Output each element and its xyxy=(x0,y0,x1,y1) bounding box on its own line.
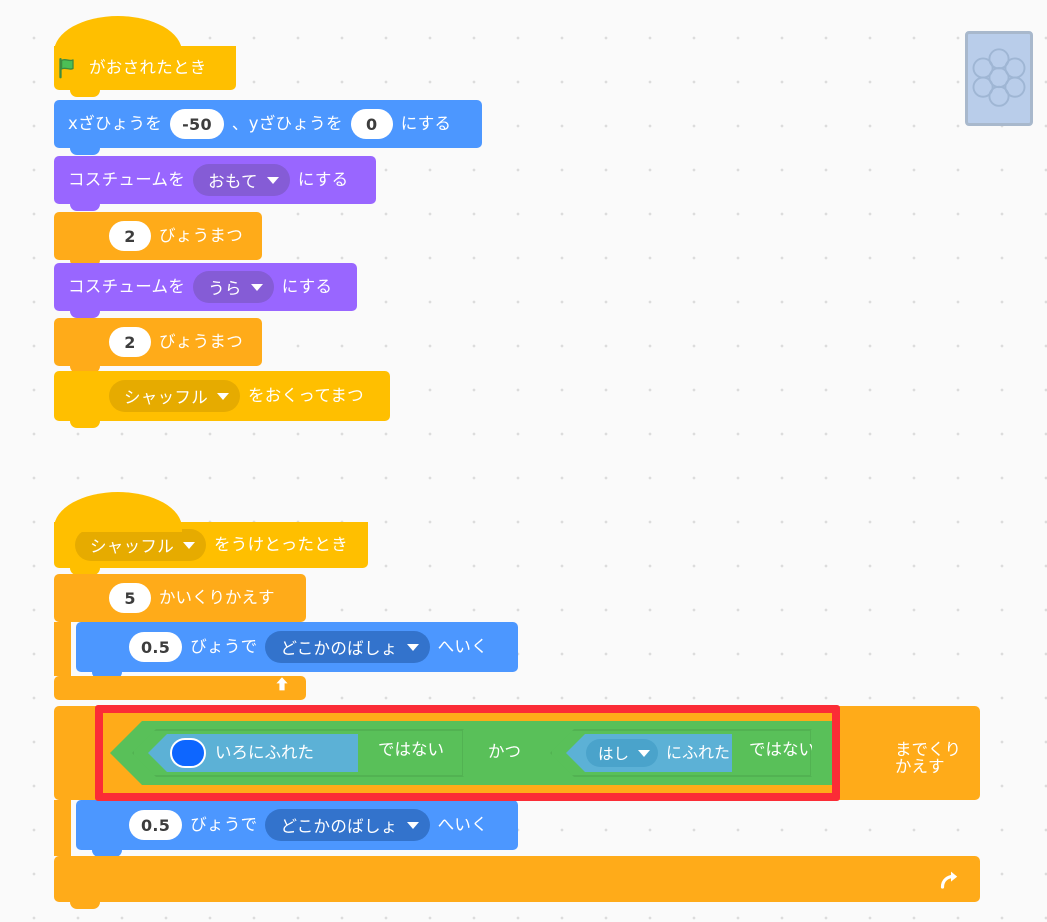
block-glide-to-random-1[interactable]: 0.5 びょうで どこかのばしょ へいく xyxy=(76,622,518,679)
block-label: がおされたとき xyxy=(89,57,207,77)
green-flag-icon xyxy=(56,56,80,80)
notch xyxy=(70,148,100,155)
repeat-until-head[interactable]: いろにふれた ではない かつ はし にふれた ではない までくりかえす xyxy=(54,706,980,800)
receive-message-dropdown[interactable]: シャッフル xyxy=(75,529,206,561)
chevron-down-icon xyxy=(638,749,651,757)
block-glide-to-random-2[interactable]: 0.5 びょうで どこかのばしょ へいく xyxy=(76,800,518,857)
glide-target-value-1: どこかのばしょ xyxy=(280,639,398,658)
glide-seconds-input-2[interactable]: 0.5 xyxy=(129,810,183,840)
not-right-cap-2 xyxy=(811,729,812,777)
notch xyxy=(70,902,100,909)
glide-suffix-label-1: へいく xyxy=(437,636,488,656)
block-workspace[interactable]: がおされたとき xざひょうを -50 、yざひょうを 0 にする コスチュームを… xyxy=(0,0,1047,922)
glide-prefix-label-1: びょうで xyxy=(190,636,258,656)
operator-not-touching-color[interactable]: いろにふれた ではない xyxy=(132,729,464,777)
chevron-down-icon xyxy=(406,643,419,651)
broadcast-message-value: シャッフル xyxy=(124,388,208,407)
costume-prefix-label-2: コスチュームを xyxy=(68,276,186,296)
repeat-until-label: までくりかえす xyxy=(895,740,961,776)
wait-label: びょうまつ xyxy=(159,225,243,245)
sensing-touching-color[interactable]: いろにふれた xyxy=(148,734,358,772)
operator-not-touching-edge[interactable]: はし にふれた ではない xyxy=(550,729,812,777)
receive-label: をうけとったとき xyxy=(214,534,348,554)
loop-arrow-icon xyxy=(936,868,960,892)
glide-suffix-label-2: へいく xyxy=(437,814,488,834)
repeat-head[interactable]: 5 かいくりかえす xyxy=(54,574,306,622)
sprite-card-thumbnail[interactable] xyxy=(965,31,1033,126)
block-wait-seconds-2[interactable]: 2 びょうまつ xyxy=(54,318,262,373)
chevron-down-icon xyxy=(217,392,229,400)
touching-target-dropdown[interactable]: はし xyxy=(586,739,659,767)
repeat-until-body: 0.5 びょうで どこかのばしょ へいく xyxy=(54,800,980,857)
card-back-circles-icon xyxy=(972,48,1026,107)
costume-dropdown-omote[interactable]: おもて xyxy=(193,164,290,196)
operator-and-right-cap xyxy=(832,721,833,785)
costume-suffix-label-2: にする xyxy=(281,276,333,296)
not-label-left: ではない xyxy=(378,740,444,759)
wait-seconds-input[interactable]: 2 xyxy=(109,221,151,251)
repeat-until-arm xyxy=(54,800,71,856)
broadcast-label: をおくってまつ xyxy=(248,385,364,405)
glide-prefix-label-2: びょうで xyxy=(190,814,258,834)
notch xyxy=(70,421,100,428)
touching-color-right-cap xyxy=(357,734,358,772)
block-broadcast-and-wait[interactable]: シャッフル をおくってまつ xyxy=(54,371,390,428)
set-x-label: xざひょうを xyxy=(68,113,163,133)
repeat-foot xyxy=(54,676,306,700)
block-repeat-5[interactable]: 5 かいくりかえす 0.5 びょうで どこかのばしょ へいく xyxy=(54,574,518,700)
glide-target-dropdown-2[interactable]: どこかのばしょ xyxy=(265,809,430,841)
repeat-arm xyxy=(54,622,71,676)
touching-target-value: はし xyxy=(598,745,630,763)
hat-dome xyxy=(54,492,182,532)
block-when-i-receive[interactable]: シャッフル をうけとったとき xyxy=(54,492,368,575)
repeat-body: 0.5 びょうで どこかのばしょ へいく xyxy=(54,622,518,679)
notch xyxy=(70,311,100,318)
x-value-input[interactable]: -50 xyxy=(170,109,224,139)
costume-suffix-label: にする xyxy=(297,169,349,189)
wait-label-2: びょうまつ xyxy=(159,331,243,351)
block-when-flag-clicked[interactable]: がおされたとき xyxy=(54,16,236,97)
costume-dropdown-value-2: うら xyxy=(208,279,242,298)
repeat-label: かいくりかえす xyxy=(159,587,275,607)
notch xyxy=(70,90,100,97)
receive-message-value: シャッフル xyxy=(90,537,174,556)
chevron-down-icon xyxy=(250,283,263,291)
loop-arrow-up-icon xyxy=(272,674,292,694)
touching-color-label: いろにふれた xyxy=(215,742,314,762)
repeat-count-input[interactable]: 5 xyxy=(109,583,151,613)
broadcast-message-dropdown[interactable]: シャッフル xyxy=(109,380,240,412)
block-repeat-until[interactable]: いろにふれた ではない かつ はし にふれた ではない までくりかえす 0.5 … xyxy=(54,706,980,909)
notch xyxy=(70,204,100,211)
color-swatch-picker[interactable] xyxy=(170,738,206,768)
glide-seconds-input-1[interactable]: 0.5 xyxy=(129,632,183,662)
chevron-down-icon xyxy=(183,541,195,549)
block-wait-seconds-1[interactable]: 2 びょうまつ xyxy=(54,212,262,267)
and-operator-label: かつ xyxy=(488,742,521,761)
hat-dome xyxy=(54,16,182,56)
costume-prefix-label: コスチュームを xyxy=(68,169,186,189)
block-set-xy[interactable]: xざひょうを -50 、yざひょうを 0 にする xyxy=(54,100,482,155)
glide-target-value-2: どこかのばしょ xyxy=(280,817,398,836)
operator-and[interactable]: いろにふれた ではない かつ はし にふれた ではない xyxy=(110,721,833,785)
chevron-down-icon xyxy=(266,176,279,184)
glide-target-dropdown-1[interactable]: どこかのばしょ xyxy=(265,631,430,663)
touching-edge-label: にふれた xyxy=(666,743,731,762)
costume-dropdown-value: おもて xyxy=(208,172,258,191)
not-label-right: ではない xyxy=(749,740,815,759)
block-switch-costume-ura[interactable]: コスチュームを うら にする xyxy=(54,263,357,318)
block-switch-costume-omote[interactable]: コスチュームを おもて にする xyxy=(54,156,376,211)
costume-dropdown-ura[interactable]: うら xyxy=(193,271,274,303)
set-y-label: 、yざひょうを xyxy=(231,113,343,133)
wait-seconds-input-2[interactable]: 2 xyxy=(109,327,151,357)
chevron-down-icon xyxy=(406,821,419,829)
repeat-until-foot xyxy=(54,856,980,909)
not-right-cap xyxy=(463,729,464,777)
sensing-touching-edge[interactable]: はし にふれた xyxy=(566,734,732,772)
y-value-input[interactable]: 0 xyxy=(350,109,393,139)
set-xy-suffix-label: にする xyxy=(400,113,452,133)
